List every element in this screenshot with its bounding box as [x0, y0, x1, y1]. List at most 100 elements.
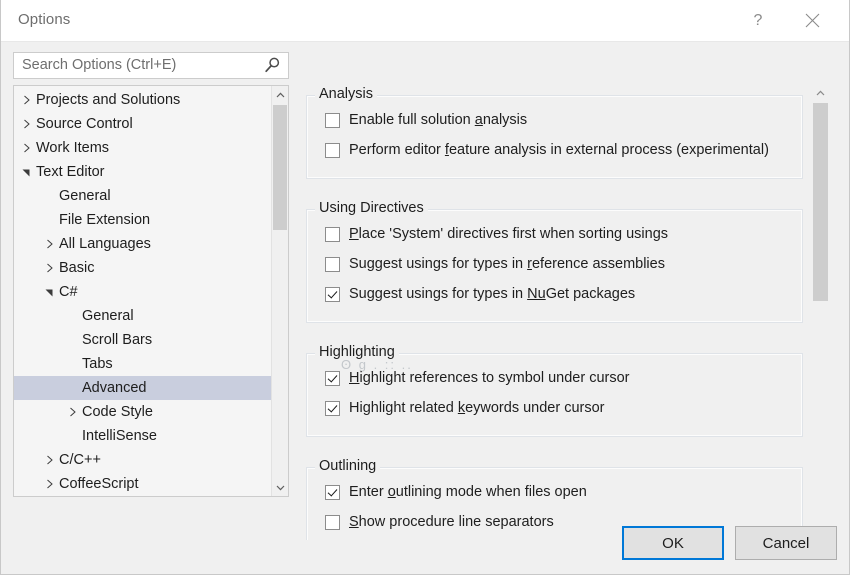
tree-scrollbar-thumb[interactable]: [273, 105, 287, 230]
checkbox-suggest-usings-for-types-in-nuget-packages[interactable]: Suggest usings for types in NuGet packag…: [325, 283, 635, 305]
tree-item-general[interactable]: General: [14, 184, 271, 208]
tree-expander-collapsed-icon[interactable]: [41, 479, 58, 489]
checkbox-enable-full-solution-analysis[interactable]: Enable full solution analysis: [325, 109, 527, 131]
checkbox-enter-outlining-mode-when-files-open[interactable]: Enter outlining mode when files open: [325, 481, 587, 503]
tree-item-c[interactable]: C#: [14, 280, 271, 304]
checkbox-suggest-usings-for-types-in-reference-assemblies[interactable]: Suggest usings for types in reference as…: [325, 253, 665, 275]
tree-item-text-editor[interactable]: Text Editor: [14, 160, 271, 184]
checkbox-label: Suggest usings for types in NuGet packag…: [349, 286, 636, 302]
tree-item-label: Work Items: [36, 140, 110, 156]
checkbox-label: Enable full solution analysis: [349, 112, 528, 128]
chevron-up-icon: [276, 92, 284, 97]
tree-expander-collapsed-icon[interactable]: [18, 143, 35, 153]
help-button[interactable]: ?: [735, 0, 781, 41]
group-title: Outlining: [315, 458, 381, 474]
tree-scroll-up-button[interactable]: [272, 86, 288, 103]
tree-item-basic[interactable]: Basic: [14, 256, 271, 280]
tree-item-tabs[interactable]: Tabs: [14, 352, 271, 376]
tree-item-projects-and-solutions[interactable]: Projects and Solutions: [14, 88, 271, 112]
checkbox-checked-icon[interactable]: [325, 370, 340, 386]
checkbox-show-procedure-line-separators[interactable]: Show procedure line separators: [325, 511, 554, 533]
checkbox-unchecked-icon[interactable]: [325, 256, 340, 272]
group-title: Highlighting: [315, 344, 399, 360]
checkbox-checked-icon[interactable]: [325, 286, 340, 302]
tree-item-scroll-bars[interactable]: Scroll Bars: [14, 328, 271, 352]
page-title: Options: [18, 11, 71, 28]
tree-item-label: Advanced: [82, 380, 147, 396]
tree-item-code-style[interactable]: Code Style: [14, 400, 271, 424]
tree-item-general[interactable]: General: [14, 304, 271, 328]
settings-pane: Analysis Enable full solution analysis Per…: [301, 84, 839, 540]
search-box[interactable]: Search Options (Ctrl+E): [13, 52, 289, 79]
tree-scrollbar[interactable]: [271, 86, 288, 496]
settings-scroll-up-button[interactable]: [812, 84, 828, 101]
tree-scroll-down-button[interactable]: [272, 479, 288, 496]
group-title: Using Directives: [315, 200, 428, 216]
options-dialog: Options ? Search Options (Ctrl+E) Projec…: [0, 0, 850, 575]
checkbox-unchecked-icon[interactable]: [325, 112, 340, 128]
cancel-button[interactable]: Cancel: [735, 526, 837, 560]
checkbox-checked-icon[interactable]: [325, 484, 340, 500]
tree-item-label: C#: [59, 284, 78, 300]
tree-item-label: Code Style: [82, 404, 153, 420]
search-icon[interactable]: [263, 56, 282, 75]
tree-item-source-control[interactable]: Source Control: [14, 112, 271, 136]
navigation-pane: Search Options (Ctrl+E) Projects and Sol…: [13, 52, 289, 574]
tree-expander-collapsed-icon[interactable]: [18, 95, 35, 105]
tree-expander-collapsed-icon[interactable]: [41, 239, 58, 249]
tree-item-label: IntelliSense: [82, 428, 157, 444]
tree-expander-expanded-icon[interactable]: [41, 288, 58, 297]
tree-item-label: Basic: [59, 260, 95, 276]
tree-expander-collapsed-icon[interactable]: [64, 407, 81, 417]
tree-item-label: File Extension: [59, 212, 151, 228]
tree-item-advanced[interactable]: Advanced: [14, 376, 271, 400]
tree-item-coffeescript[interactable]: CoffeeScript: [14, 472, 271, 496]
checkbox-checked-icon[interactable]: [325, 400, 340, 416]
settings-scrollbar-thumb[interactable]: [813, 103, 828, 301]
settings-scrollbar[interactable]: [812, 84, 829, 540]
checkbox-highlight-references-to-symbol-under-cursor[interactable]: Highlight references to symbol under cur…: [325, 367, 629, 389]
tree-item-label: Scroll Bars: [82, 332, 153, 348]
tree-item-label: Tabs: [82, 356, 113, 372]
checkbox-label: Highlight related keywords under cursor: [349, 400, 605, 416]
tree-item-c-c[interactable]: C/C++: [14, 448, 271, 472]
tree-item-label: Text Editor: [36, 164, 105, 180]
checkbox-label: Suggest usings for types in reference as…: [349, 256, 665, 272]
settings-group-using-directives: Using Directives Place 'System' directive…: [306, 200, 803, 323]
tree-expander-expanded-icon[interactable]: [18, 168, 35, 177]
ok-button[interactable]: OK: [622, 526, 724, 560]
checkbox-unchecked-icon[interactable]: [325, 514, 340, 530]
tree-item-label: Projects and Solutions: [36, 92, 181, 108]
checkbox-label: Place 'System' directives first when sor…: [349, 226, 669, 242]
checkbox-highlight-related-keywords-under-cursor[interactable]: Highlight related keywords under cursor: [325, 397, 605, 419]
tree-item-work-items[interactable]: Work Items: [14, 136, 271, 160]
tree-expander-collapsed-icon[interactable]: [41, 455, 58, 465]
close-icon: [805, 13, 819, 28]
tree-item-label: Source Control: [36, 116, 133, 132]
search-input[interactable]: Search Options (Ctrl+E): [22, 53, 258, 78]
chevron-up-icon: [816, 90, 824, 95]
chevron-down-icon: [276, 485, 284, 490]
checkbox-perform-editor-feature-analysis-in-external-proc[interactable]: Perform editor feature analysis in exter…: [325, 139, 769, 161]
checkbox-label: Perform editor feature analysis in exter…: [349, 142, 769, 158]
settings-group-analysis: Analysis Enable full solution analysis Per…: [306, 86, 803, 179]
checkbox-unchecked-icon[interactable]: [325, 226, 340, 242]
close-button[interactable]: [789, 0, 835, 41]
tree-expander-collapsed-icon[interactable]: [18, 119, 35, 129]
tree-item-label: All Languages: [59, 236, 151, 252]
question-mark-icon: ?: [753, 11, 763, 29]
checkbox-unchecked-icon[interactable]: [325, 142, 340, 158]
settings-viewport: Analysis Enable full solution analysis Per…: [301, 84, 806, 540]
tree-expander-collapsed-icon[interactable]: [41, 263, 58, 273]
tree-viewport: Projects and Solutions Source Control Work…: [14, 86, 271, 496]
tree-item-label: General: [82, 308, 134, 324]
dialog-body: Search Options (Ctrl+E) Projects and Sol…: [1, 42, 849, 574]
checkbox-label: Highlight references to symbol under cur…: [349, 370, 630, 386]
checkbox-place-system-directives-first-when-sorting-using[interactable]: Place 'System' directives first when sor…: [325, 223, 668, 245]
tree-item-label: CoffeeScript: [59, 476, 139, 492]
checkbox-label: Show procedure line separators: [349, 514, 554, 530]
tree-item-intellisense[interactable]: IntelliSense: [14, 424, 271, 448]
tree-item-file-extension[interactable]: File Extension: [14, 208, 271, 232]
tree-item-all-languages[interactable]: All Languages: [14, 232, 271, 256]
options-tree[interactable]: Projects and Solutions Source Control Work…: [13, 85, 289, 497]
